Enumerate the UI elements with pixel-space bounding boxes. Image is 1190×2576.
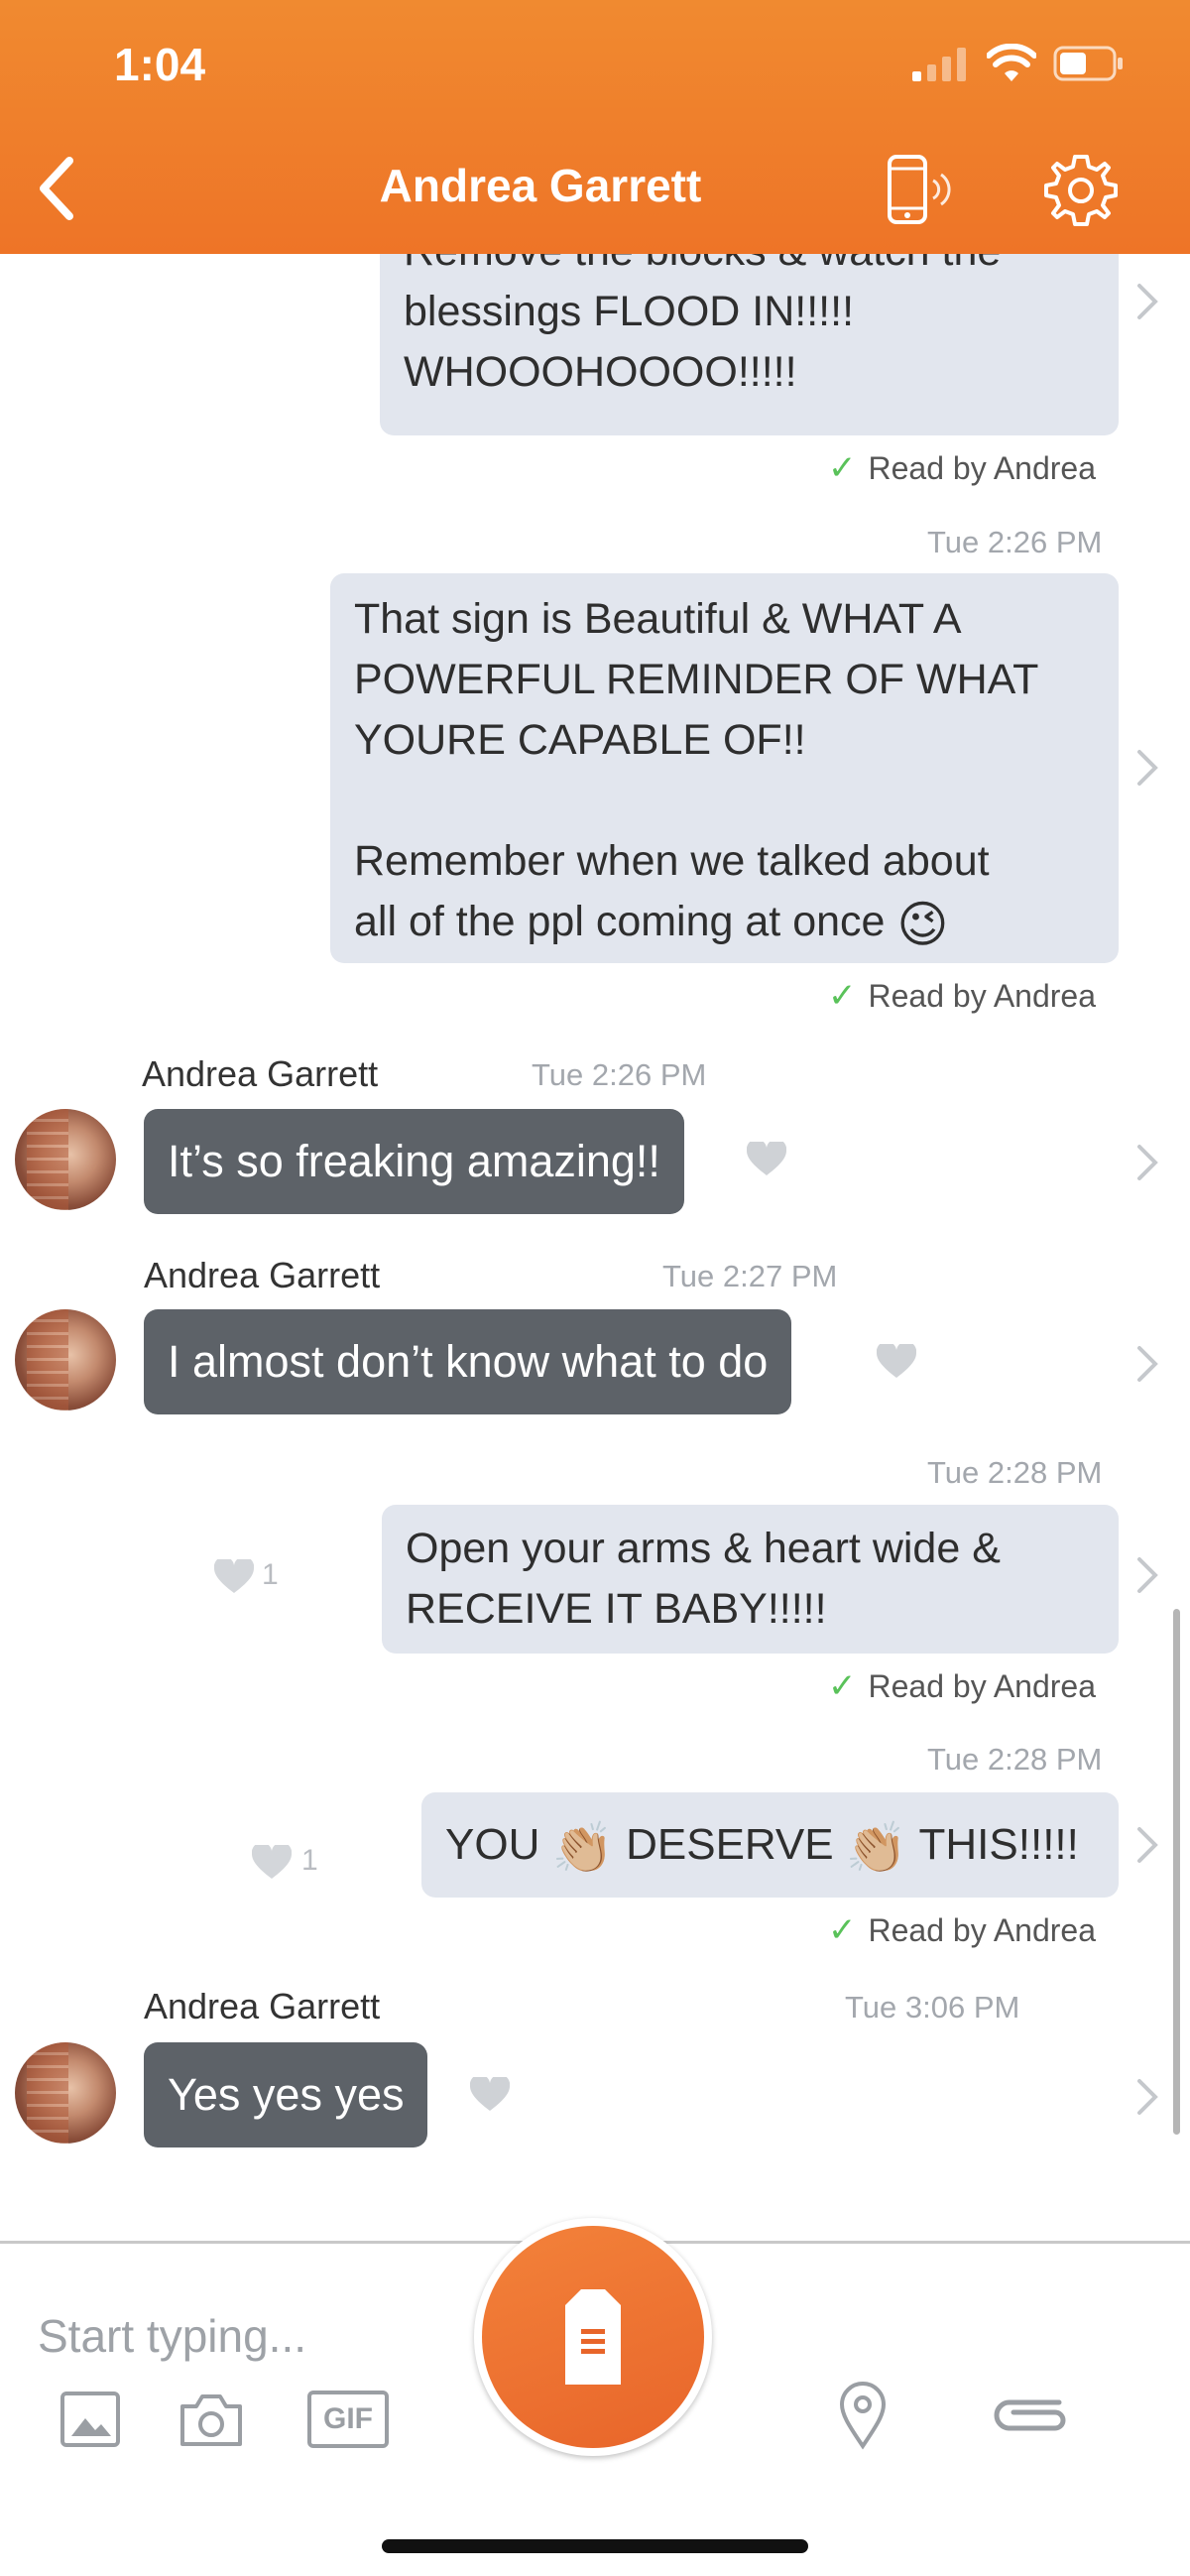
message-timestamp: Tue 3:06 PM (845, 1990, 1020, 2024)
avatar[interactable] (15, 2042, 116, 2144)
home-indicator (382, 2539, 808, 2553)
wink-emoji: 😉 (896, 897, 949, 952)
message-word: THIS!!!!! (918, 1820, 1079, 1869)
read-receipt: ✓ Read by Andrea (828, 1911, 1096, 1949)
checkmark-icon: ✓ (828, 1667, 857, 1705)
message-line: Remember when we talked about (354, 837, 990, 885)
sender-name: Andrea Garrett (142, 1053, 379, 1094)
sender-name: Andrea Garrett (144, 1986, 381, 2026)
heart-icon[interactable] (747, 1142, 786, 1177)
message-line: WHOOOHOOOO!!!!! (404, 348, 797, 396)
message-line: RECEIVE IT BABY!!!!! (406, 1585, 827, 1633)
chevron-right-icon[interactable] (1133, 1342, 1163, 1386)
sender-name: Andrea Garrett (144, 1255, 381, 1295)
signal-icon (912, 48, 966, 81)
message-input[interactable]: Start typing... (38, 2309, 306, 2363)
clapping-hands-emoji: 👏🏼 (845, 1820, 908, 1876)
incoming-message[interactable]: Yes yes yes (144, 2042, 428, 2147)
incoming-message[interactable]: I almost don’t know what to do (144, 1309, 792, 1414)
checkmark-icon: ✓ (828, 977, 857, 1015)
image-icon[interactable] (60, 2391, 121, 2448)
outgoing-message[interactable]: YOU 👏🏼 DESERVE 👏🏼 THIS!!!!! (421, 1792, 1119, 1898)
clapping-hands-emoji: 👏🏼 (551, 1820, 614, 1876)
avatar[interactable] (15, 1109, 116, 1210)
message-line: Remove the blocks & watch the (404, 254, 1001, 282)
message-timestamp: Tue 2:28 PM (927, 1455, 1103, 1490)
outgoing-message[interactable]: Remove the blocks & watch the blessings … (380, 254, 1119, 435)
read-receipt: ✓ Read by Andrea (828, 449, 1096, 487)
heart-icon[interactable] (252, 1845, 292, 1881)
like-count: 1 (301, 1844, 318, 1877)
chevron-right-icon[interactable] (1133, 1823, 1163, 1867)
message-line: blessings FLOOD IN!!!!! (404, 288, 855, 335)
message-line: YOURE CAPABLE OF!! (354, 716, 806, 764)
message-timestamp: Tue 2:27 PM (662, 1259, 838, 1293)
compose-button[interactable] (474, 2218, 712, 2456)
outgoing-message[interactable]: Open your arms & heart wide & RECEIVE IT… (382, 1505, 1119, 1654)
location-pin-icon[interactable] (838, 2381, 888, 2450)
chevron-right-icon[interactable] (1133, 280, 1163, 323)
heart-icon[interactable] (877, 1344, 916, 1380)
camera-icon[interactable] (178, 2391, 244, 2448)
message-word: YOU (445, 1820, 540, 1869)
heart-icon[interactable] (470, 2077, 510, 2113)
message-timestamp: Tue 2:26 PM (927, 525, 1103, 559)
incoming-message[interactable]: It’s so freaking amazing!! (144, 1109, 684, 1214)
outgoing-message[interactable]: That sign is Beautiful & WHAT A POWERFUL… (330, 573, 1119, 963)
message-timestamp: Tue 2:26 PM (532, 1057, 707, 1092)
chevron-right-icon[interactable] (1133, 1553, 1163, 1597)
chevron-right-icon[interactable] (1133, 1141, 1163, 1184)
checkmark-icon: ✓ (828, 1911, 857, 1949)
heart-icon[interactable] (214, 1559, 254, 1595)
phone-call-icon[interactable] (878, 151, 957, 230)
read-receipt: ✓ Read by Andrea (828, 1667, 1096, 1705)
clipboard-icon (565, 2289, 621, 2385)
battery-icon (1053, 46, 1123, 81)
message-timestamp: Tue 2:28 PM (927, 1742, 1103, 1777)
checkmark-icon: ✓ (828, 449, 857, 487)
message-line: That sign is Beautiful & WHAT A (354, 595, 962, 643)
like-count: 1 (262, 1558, 279, 1591)
message-line: POWERFUL REMINDER OF WHAT (354, 656, 1039, 703)
read-receipt: ✓ Read by Andrea (828, 977, 1096, 1015)
chevron-right-icon[interactable] (1133, 2075, 1163, 2119)
message-line: Open your arms & heart wide & (406, 1525, 1001, 1572)
message-line: all of the ppl coming at once 😉 (354, 897, 949, 952)
status-time: 1:04 (114, 39, 206, 90)
wifi-icon (987, 44, 1036, 81)
chevron-right-icon[interactable] (1133, 746, 1163, 790)
paperclip-icon[interactable] (990, 2391, 1073, 2440)
scrollbar[interactable] (1173, 1609, 1180, 2135)
top-bar: 1:04 Andrea Garrett (0, 0, 1190, 254)
message-word: DESERVE (626, 1820, 834, 1869)
message-list[interactable]: Remove the blocks & watch the blessings … (0, 254, 1190, 2234)
avatar[interactable] (15, 1309, 116, 1411)
settings-gear-icon[interactable] (1041, 151, 1121, 230)
gif-icon[interactable]: GIF (307, 2391, 389, 2448)
